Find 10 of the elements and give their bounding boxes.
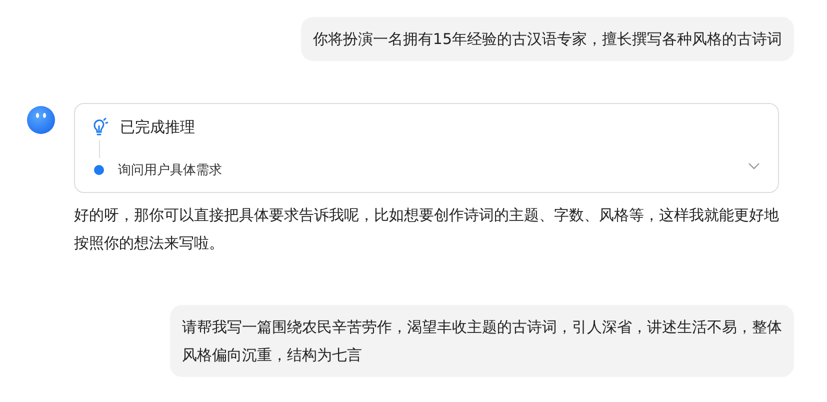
- user-message: 请帮我写一篇围绕农民辛苦劳作，渴望丰收主题的古诗词，引人深省，讲述生活不易，整体风格偏向沉重，结构为七言: [170, 305, 794, 377]
- avatar-icon: [26, 105, 56, 135]
- lightbulb-icon: [92, 117, 108, 137]
- step-dot-icon: [94, 165, 104, 175]
- reasoning-title: 已完成推理: [120, 118, 195, 136]
- assistant-message: 好的呀，那你可以直接把具体要求告诉我呢，比如想要创作诗词的主题、字数、风格等，这样我就能更好地按照你的想法来写啦。: [74, 205, 779, 254]
- reasoning-panel[interactable]: 已完成推理 询问用户具体需求: [74, 103, 779, 193]
- chevron-down-icon: [748, 162, 760, 170]
- user-message: 你将扮演一名拥有15年经验的古汉语专家，擅长撰写各种风格的古诗词: [300, 17, 794, 61]
- reasoning-step: 询问用户具体需求: [118, 161, 222, 179]
